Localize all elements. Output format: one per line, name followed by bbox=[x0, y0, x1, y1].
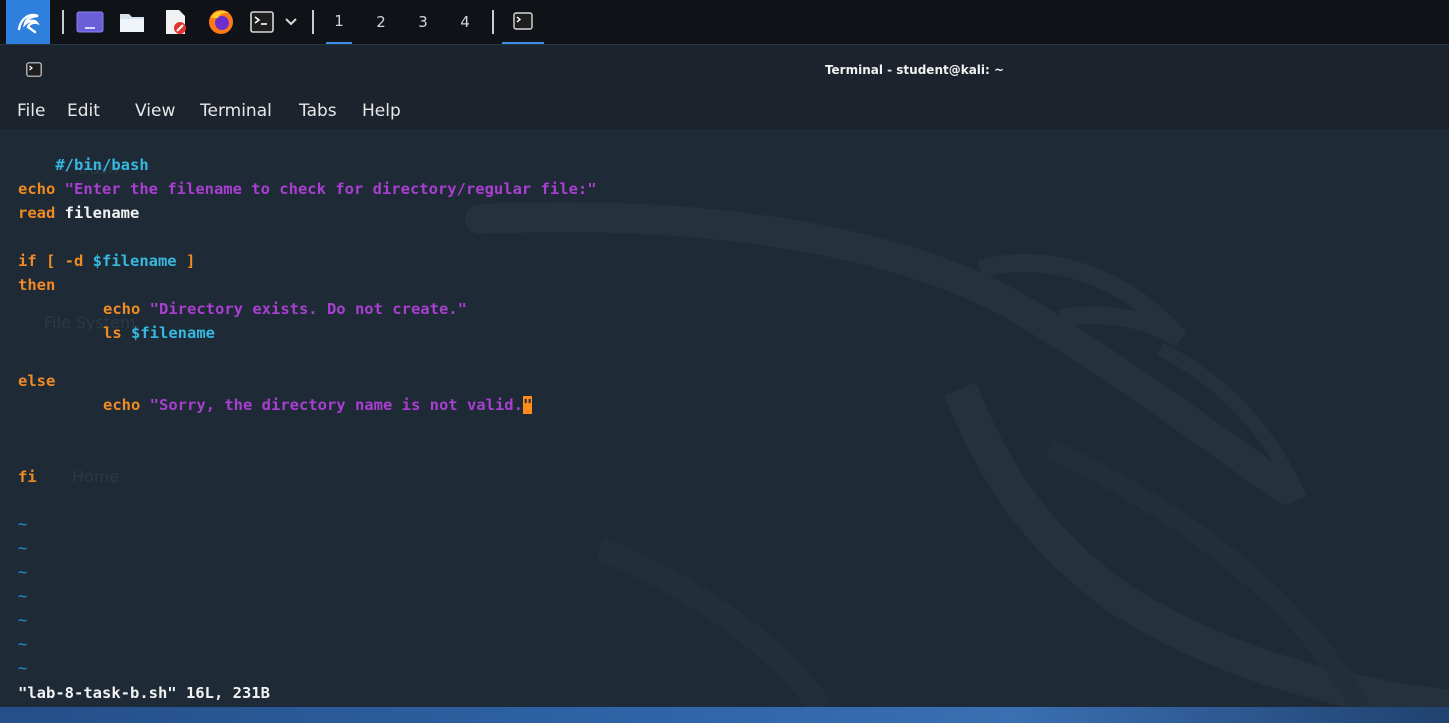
keyword-ls: ls bbox=[103, 324, 122, 342]
shebang-text: #/bin/bash bbox=[55, 156, 149, 174]
text-editor-button[interactable] bbox=[158, 0, 194, 44]
keyword-then: then bbox=[18, 276, 56, 294]
desktop-ghost-home: Home bbox=[72, 467, 120, 486]
code-line-15: fi bbox=[18, 465, 37, 489]
firefox-button[interactable] bbox=[202, 0, 240, 44]
code-line-7: then bbox=[18, 273, 55, 297]
show-desktop-button[interactable] bbox=[72, 0, 108, 44]
keyword-read: read bbox=[18, 204, 56, 222]
keyword-fi: fi bbox=[18, 468, 37, 486]
string-literal: "Sorry, the directory name is not valid. bbox=[149, 396, 523, 414]
code-line-12: echo "Sorry, the directory name is not v… bbox=[103, 393, 533, 417]
workspace-3[interactable]: 3 bbox=[410, 0, 436, 44]
workspace-label: 2 bbox=[376, 13, 386, 31]
panel-separator bbox=[312, 10, 314, 34]
launcher-dropdown-button[interactable] bbox=[280, 0, 302, 44]
desktop-wallpaper-strip bbox=[0, 707, 1449, 723]
workspace-label: 4 bbox=[460, 13, 470, 31]
empty-line-marker: ~ bbox=[18, 587, 28, 605]
workspace-2[interactable]: 2 bbox=[368, 0, 394, 44]
menu-bar: File Edit View Terminal Tabs Help bbox=[0, 91, 1449, 129]
terminal-icon bbox=[250, 11, 274, 33]
menu-edit[interactable]: Edit bbox=[67, 91, 100, 129]
workspace-4[interactable]: 4 bbox=[452, 0, 478, 44]
folder-icon bbox=[120, 14, 144, 32]
code-line-1: #/bin/bash bbox=[18, 129, 148, 174]
variable-filename: $filename bbox=[131, 324, 216, 342]
empty-line-marker: ~ bbox=[18, 563, 28, 581]
text-editor-icon bbox=[166, 10, 186, 34]
menu-help[interactable]: Help bbox=[362, 91, 401, 129]
terminal-launcher-button[interactable] bbox=[246, 0, 278, 44]
keyword-if: if [ -d bbox=[18, 252, 93, 270]
workspace-label: 3 bbox=[418, 13, 428, 31]
desktop-icon bbox=[76, 11, 104, 33]
kali-dragon-icon bbox=[17, 13, 40, 34]
empty-line-marker: ~ bbox=[18, 539, 28, 557]
firefox-icon bbox=[209, 10, 233, 34]
text-cursor: " bbox=[522, 396, 533, 414]
code-line-3: echo "Enter the filename to check for di… bbox=[18, 177, 597, 201]
window-title: Terminal - student@kali: ~ bbox=[824, 63, 1005, 77]
panel-separator bbox=[62, 10, 64, 34]
kali-dragon-wallpaper bbox=[465, 202, 1449, 707]
menu-tabs[interactable]: Tabs bbox=[299, 91, 337, 129]
keyword-echo: echo bbox=[18, 180, 56, 198]
bracket-close: ] bbox=[176, 252, 196, 270]
taskbar-terminal-window[interactable] bbox=[502, 0, 544, 44]
workspace-1[interactable]: 1 bbox=[326, 0, 352, 44]
keyword-else: else bbox=[18, 372, 56, 390]
empty-line-marker: ~ bbox=[18, 515, 28, 533]
kali-menu-button[interactable] bbox=[6, 0, 50, 44]
empty-line-marker: ~ bbox=[18, 611, 28, 629]
menu-view[interactable]: View bbox=[135, 91, 175, 129]
empty-line-marker: ~ bbox=[18, 659, 28, 677]
file-manager-button[interactable] bbox=[114, 0, 150, 44]
terminal-area[interactable]: Trash File System Home #/bin/bash echo "… bbox=[0, 129, 1449, 707]
window-titlebar[interactable]: Terminal - student@kali: ~ bbox=[0, 49, 1449, 91]
code-line-8: echo "Directory exists. Do not create." bbox=[103, 297, 467, 321]
keyword-echo: echo bbox=[103, 396, 141, 414]
menu-file[interactable]: File bbox=[17, 91, 45, 129]
string-literal: "Directory exists. Do not create." bbox=[149, 300, 467, 318]
chevron-down-icon bbox=[285, 18, 297, 26]
read-argument: filename bbox=[55, 204, 140, 222]
string-literal: "Enter the filename to check for directo… bbox=[64, 180, 597, 198]
code-line-11: else bbox=[18, 369, 55, 393]
top-panel: 1 2 3 4 bbox=[0, 0, 1449, 45]
code-line-4: read filename bbox=[18, 201, 139, 225]
vim-status-line: "lab-8-task-b.sh" 16L, 231B bbox=[18, 684, 270, 702]
workspace-label: 1 bbox=[334, 12, 344, 30]
panel-separator bbox=[492, 10, 494, 34]
code-line-6: if [ -d $filename ] bbox=[18, 249, 195, 273]
keyword-echo: echo bbox=[103, 300, 141, 318]
empty-line-marker: ~ bbox=[18, 635, 28, 653]
code-line-9: ls $filename bbox=[103, 321, 215, 345]
terminal-icon bbox=[513, 12, 533, 30]
variable-filename: $filename bbox=[92, 252, 177, 270]
menu-terminal[interactable]: Terminal bbox=[200, 91, 272, 129]
